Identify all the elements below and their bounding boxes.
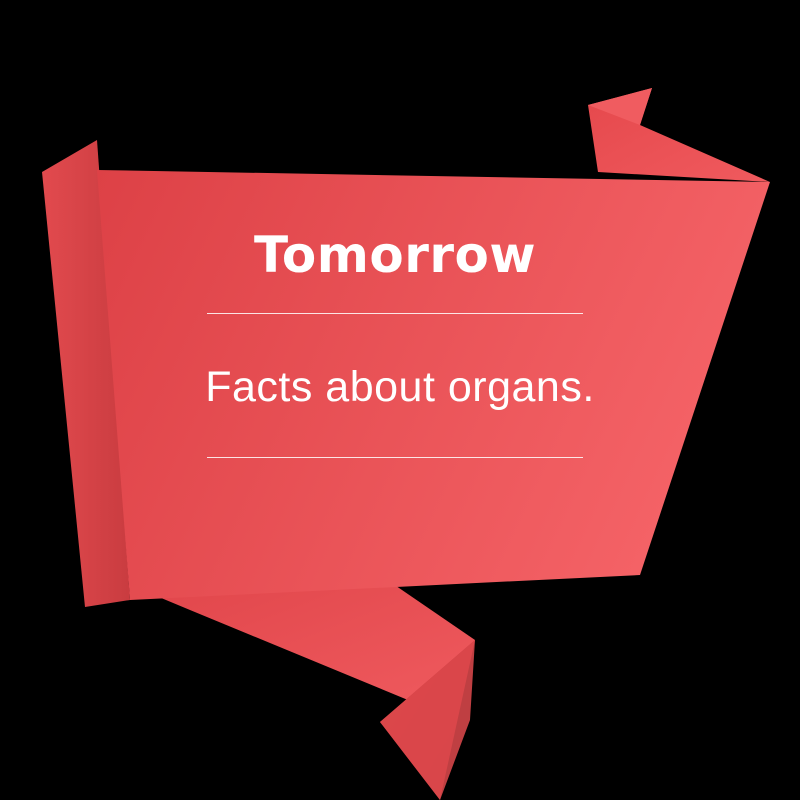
origami-banner-graphic: Tomorrow Facts about organs. <box>0 0 800 800</box>
bottom-divider <box>207 457 583 458</box>
top-divider <box>207 313 583 314</box>
banner-title: Tomorrow <box>253 226 537 284</box>
banner-subtitle: Facts about organs. <box>205 363 595 411</box>
